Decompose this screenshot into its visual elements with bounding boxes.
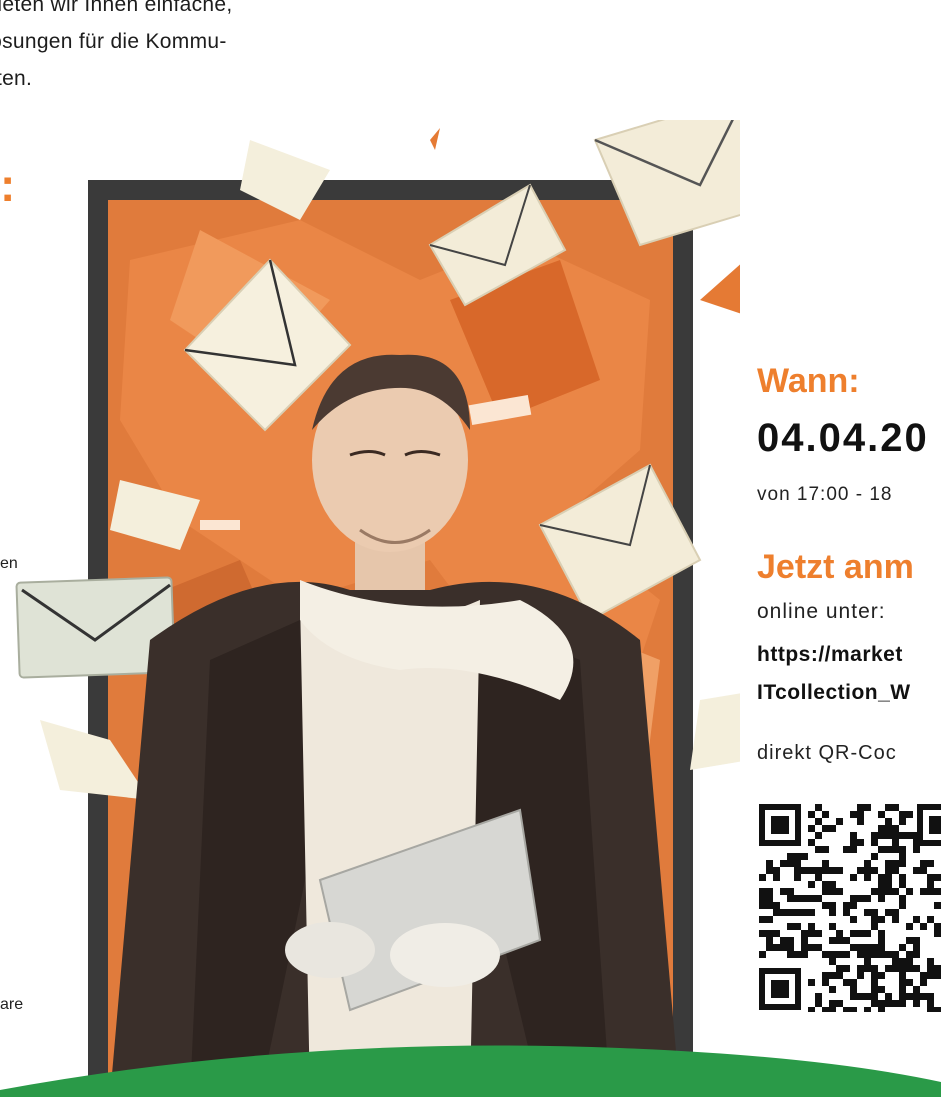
intro-line-2: e Lösungen für die Kommu- xyxy=(0,30,227,53)
hero-illustration xyxy=(15,120,740,1097)
register-heading: Jetzt anm xyxy=(757,548,914,586)
registration-link[interactable]: https://market ITcollection_W xyxy=(757,636,911,712)
online-label: online unter: xyxy=(757,600,886,623)
qr-label: direkt QR-Coc xyxy=(757,742,897,764)
registration-link-line-2[interactable]: ITcollection_W xyxy=(757,674,911,712)
event-date: 04.04.20 xyxy=(757,416,929,460)
qr-code[interactable] xyxy=(757,802,941,1012)
intro-line-3: danten. xyxy=(0,67,33,90)
green-wave xyxy=(0,1045,941,1097)
intro-paragraph: FI bieten wir Ihnen einfache, e Lösungen… xyxy=(0,0,370,97)
registration-link-line-1[interactable]: https://market xyxy=(757,636,911,674)
when-heading: Wann: xyxy=(757,362,860,400)
event-time: von 17:00 - 18 xyxy=(757,484,893,505)
intro-line-1: FI bieten wir Ihnen einfache, xyxy=(0,0,233,16)
